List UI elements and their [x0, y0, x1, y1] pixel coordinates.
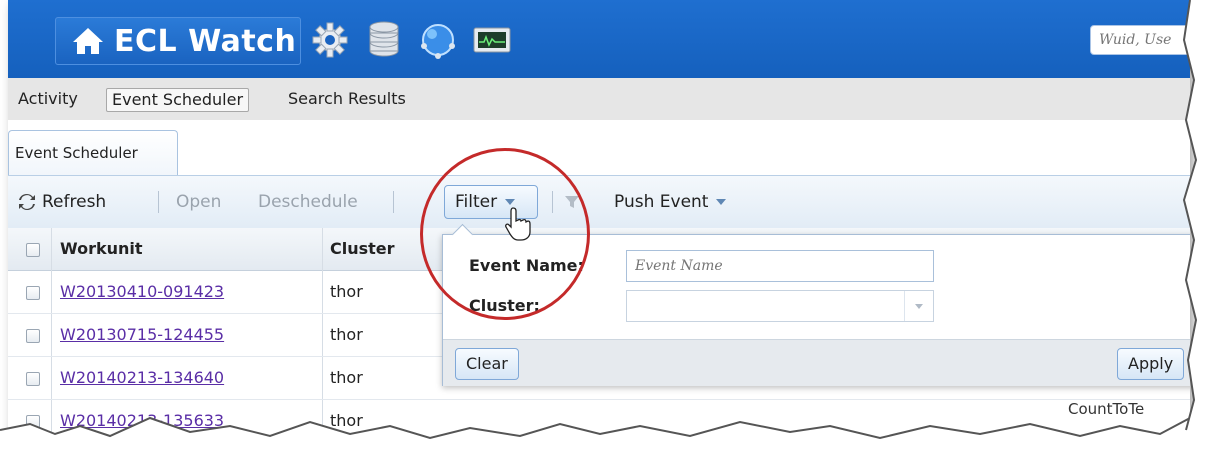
tab-event-scheduler[interactable]: Event Scheduler — [8, 130, 178, 175]
filter-popup-footer: Clear Apply — [443, 339, 1190, 386]
toolbar: Refresh Open Deschedule Filter Push Even… — [8, 176, 1190, 229]
workunit-link[interactable]: W20140213-134640 — [60, 357, 224, 399]
clear-button[interactable]: Clear — [455, 348, 519, 380]
cluster-cell: thor — [330, 368, 363, 387]
workunit-link[interactable]: W20130715-124455 — [60, 314, 224, 356]
app-brand-button[interactable]: ECL Watch — [55, 17, 301, 65]
monitor-icon[interactable] — [472, 20, 512, 60]
toolbar-divider — [393, 191, 394, 213]
torn-edge-right — [1182, 0, 1226, 451]
refresh-label: Refresh — [42, 192, 107, 212]
search-input[interactable] — [1090, 25, 1190, 55]
globe-icon[interactable] — [418, 20, 458, 60]
apply-button[interactable]: Apply — [1117, 348, 1185, 380]
open-button[interactable]: Open — [176, 190, 221, 214]
nav-search-results[interactable]: Search Results — [283, 88, 411, 110]
column-header-workunit[interactable]: Workunit — [60, 228, 143, 270]
chevron-down-icon — [904, 291, 933, 321]
torn-edge-bottom — [0, 416, 1226, 456]
chevron-down-icon — [716, 199, 727, 205]
tab-strip: Event Scheduler — [8, 120, 1190, 176]
event-name-input[interactable] — [626, 250, 934, 282]
database-icon[interactable] — [364, 20, 404, 60]
push-event-label: Push Event — [614, 192, 709, 212]
column-header-cluster[interactable]: Cluster — [330, 228, 395, 270]
refresh-icon — [18, 193, 36, 211]
row-checkbox[interactable] — [26, 329, 40, 343]
workunit-link[interactable]: W20130410-091423 — [60, 271, 224, 313]
row-checkbox[interactable] — [26, 372, 40, 386]
sub-navigation: Activity Event Scheduler Search Results — [8, 78, 1190, 121]
refresh-button[interactable]: Refresh — [18, 190, 106, 214]
row-checkbox[interactable] — [26, 286, 40, 300]
screenshot-frame: ECL Watch Wuid, Use Activity Event Sched… — [8, 0, 1190, 438]
nav-activity[interactable]: Activity — [13, 88, 83, 110]
home-icon — [68, 21, 108, 61]
hand-cursor-icon — [504, 206, 532, 246]
cluster-cell: thor — [330, 325, 363, 344]
app-title: ECL Watch — [114, 23, 297, 59]
cluster-cell: thor — [330, 282, 363, 301]
deschedule-button[interactable]: Deschedule — [258, 190, 358, 214]
select-all-checkbox[interactable] — [26, 243, 40, 257]
gear-icon[interactable] — [310, 20, 350, 60]
toolbar-divider — [158, 191, 159, 213]
nav-event-scheduler[interactable]: Event Scheduler — [106, 88, 250, 112]
cluster-select[interactable] — [626, 290, 934, 322]
push-event-button[interactable]: Push Event — [614, 190, 727, 214]
top-header: ECL Watch — [8, 0, 1190, 78]
